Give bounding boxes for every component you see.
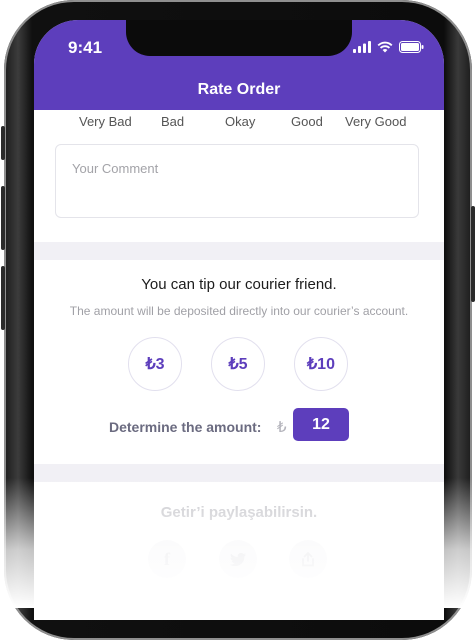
phone-screen: 9:41 Rate Order Very Bad Bad Okay Good V… — [34, 20, 444, 620]
facebook-share-button[interactable]: f — [148, 540, 186, 578]
tip-option-3[interactable]: ₺3 — [128, 337, 182, 391]
tip-amount-input[interactable]: 12 — [293, 408, 349, 441]
twitter-share-button[interactable] — [219, 540, 257, 578]
mute-switch — [1, 126, 5, 160]
tip-option-5[interactable]: ₺5 — [211, 337, 265, 391]
phone-notch — [126, 20, 352, 56]
rating-okay[interactable]: Okay — [225, 114, 255, 129]
rating-very-good[interactable]: Very Good — [345, 114, 406, 129]
volume-down-button — [1, 266, 5, 330]
share-title: Getir’i paylaşabilirsin. — [160, 504, 318, 521]
battery-icon — [399, 41, 424, 53]
power-button — [471, 206, 475, 302]
rating-very-bad[interactable]: Very Bad — [79, 114, 132, 129]
comment-placeholder: Your Comment — [72, 161, 159, 176]
rating-good[interactable]: Good — [291, 114, 323, 129]
page-title: Rate Order — [197, 81, 281, 98]
share-card: Getir’i paylaşabilirsin. f — [34, 482, 444, 620]
currency-symbol: ₺ — [277, 419, 287, 436]
tip-subtitle: The amount will be deposited directly in… — [69, 304, 409, 318]
volume-up-button — [1, 186, 5, 250]
comment-input[interactable]: Your Comment — [55, 144, 419, 218]
rating-bad[interactable]: Bad — [161, 114, 184, 129]
rating-card: Very Bad Bad Okay Good Very Good Your Co… — [34, 110, 444, 242]
status-time: 9:41 — [68, 38, 103, 57]
tip-title: You can tip our courier friend. — [141, 276, 337, 293]
determine-amount-label: Determine the amount: — [109, 419, 262, 435]
status-bar: 9:41 — [34, 20, 444, 76]
tip-card: You can tip our courier friend. The amou… — [34, 260, 444, 464]
signal-icon — [353, 41, 371, 53]
share-icon — [302, 551, 314, 566]
tip-option-10[interactable]: ₺10 — [294, 337, 348, 391]
app-header: Rate Order — [34, 76, 444, 110]
wifi-icon — [377, 41, 393, 53]
facebook-icon: f — [164, 548, 170, 569]
more-share-button[interactable] — [289, 540, 327, 578]
twitter-icon — [230, 552, 246, 566]
